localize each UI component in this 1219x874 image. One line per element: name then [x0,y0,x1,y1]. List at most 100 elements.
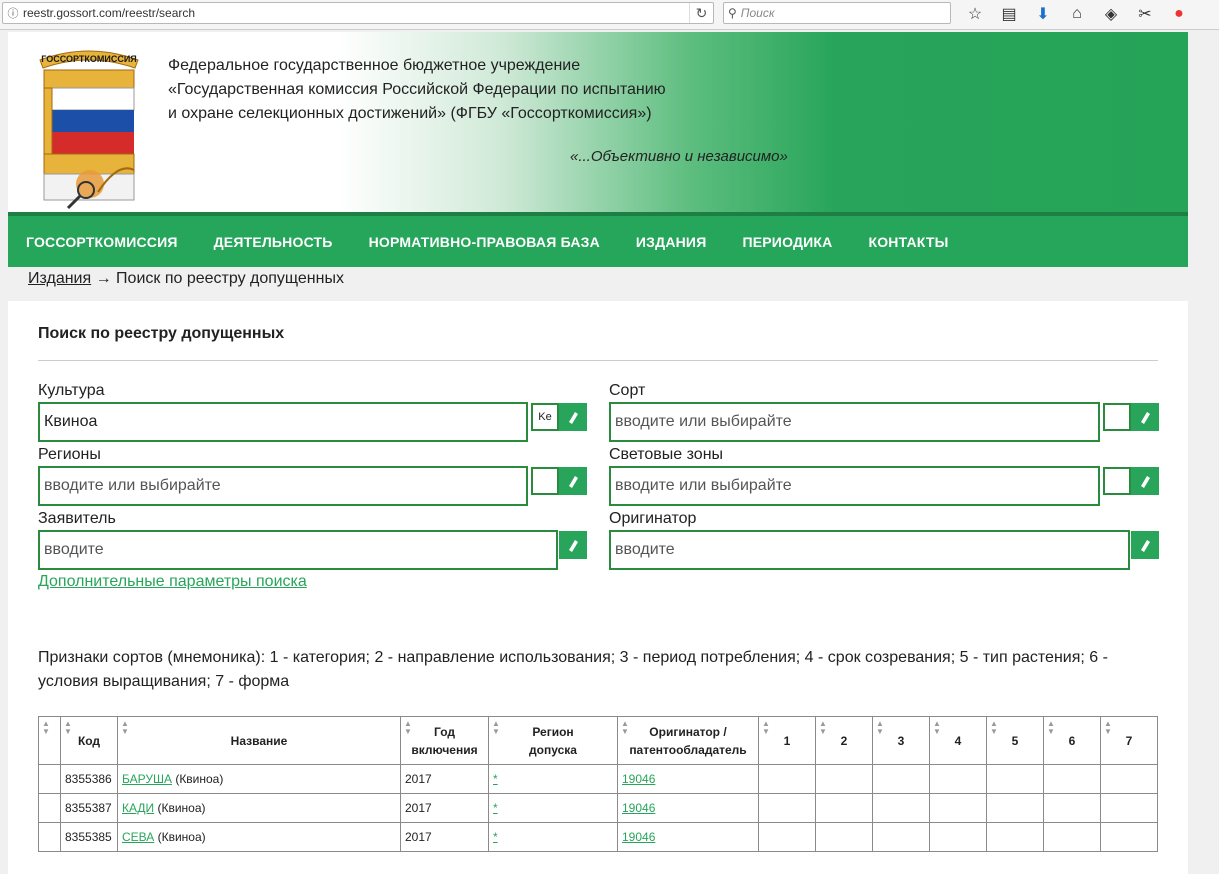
site-header: ГОССОРТКОМИССИЯ Федеральное государствен… [8,32,1188,214]
regions-clear-button[interactable] [559,467,587,495]
nav-item-publications[interactable]: ИЗДАНИЯ [636,234,707,250]
variety-link[interactable]: КАДИ [122,801,154,815]
regions-input[interactable]: вводите или выбирайте [38,466,528,506]
col-trait-3-header[interactable]: ▲ ▼ 3 [872,716,930,765]
variety-clear-button[interactable] [1131,403,1159,431]
sort-arrows-icon: ▲ ▼ [42,719,50,736]
motto: «...Объективно и независимо» [570,148,788,165]
col-region-header[interactable]: ▲ ▼ Регион допуска [488,716,618,765]
screenshot-icon[interactable]: ✂ [1128,3,1162,25]
reload-icon[interactable]: ↻ [689,3,713,23]
breadcrumb: Издания → Поиск по реестру допущенных [28,270,344,288]
sort-arrows-icon: ▲ ▼ [621,719,629,736]
col-trait-2-header[interactable]: ▲ ▼ 2 [815,716,873,765]
home-icon[interactable]: ⌂ [1060,3,1094,25]
col-trait-7-header[interactable]: ▲ ▼ 7 [1100,716,1158,765]
originator-link[interactable]: 19046 [622,772,655,786]
trait-cell [872,764,930,794]
traits-legend: Признаки сортов (мнемоника): 1 - категор… [38,649,1108,690]
applicant-clear-button[interactable] [559,531,587,559]
col-trait-6-header[interactable]: ▲ ▼ 6 [1043,716,1101,765]
extension-icon[interactable]: ● [1162,3,1196,25]
trait-cell [872,822,930,852]
sort-arrows-icon: ▲ ▼ [121,719,129,736]
advanced-search-link[interactable]: Дополнительные параметры поиска [38,573,307,591]
nav-item-legal-base[interactable]: НОРМАТИВНО-ПРАВОВАЯ БАЗА [369,234,600,250]
region-link[interactable]: * [493,830,498,844]
nav-item-activity[interactable]: ДЕЯТЕЛЬНОСТЬ [214,234,333,250]
nav-item-contacts[interactable]: КОНТАКТЫ [868,234,948,250]
eraser-icon [1141,540,1150,552]
col-trait-5-header[interactable]: ▲ ▼ 5 [986,716,1044,765]
address-text[interactable]: reestr.gossort.com/reestr/search [23,6,689,20]
col-code-header[interactable]: ▲ ▼ Код [60,716,118,765]
variety-code-box[interactable] [1103,403,1131,431]
applicant-input[interactable]: вводите [38,530,558,570]
row-select-cell[interactable] [38,793,61,823]
variety-culture: (Квиноа) [154,830,206,844]
applicant-label: Заявитель [38,510,116,527]
trait-cell [986,793,1044,823]
region-link[interactable]: * [493,801,498,815]
trait-cell [929,793,987,823]
eraser-icon [569,476,578,488]
organization-name: Федеральное государственное бюджетное уч… [168,54,666,126]
eraser-icon [569,540,578,552]
light-zones-code-box[interactable] [1103,467,1131,495]
originator-link[interactable]: 19046 [622,801,655,815]
col-trait-1-header[interactable]: ▲ ▼ 1 [758,716,816,765]
nav-item-gossortkomissiya[interactable]: ГОССОРТКОМИССИЯ [26,234,178,250]
culture-clear-button[interactable] [559,403,587,431]
col-year-label-2: включения [411,742,478,757]
light-zones-clear-button[interactable] [1131,467,1159,495]
sort-arrows-icon: ▲ ▼ [819,719,827,736]
col-year-header[interactable]: ▲ ▼ Год включения [400,716,489,765]
col-code-label: Код [77,733,101,748]
region-link[interactable]: * [493,772,498,786]
variety-link[interactable]: СЕВА [122,830,154,844]
name-cell: СЕВА (Квиноа) [117,822,401,852]
code-cell: 8355387 [60,793,118,823]
col-trait-4-header[interactable]: ▲ ▼ 4 [929,716,987,765]
trait-cell [758,822,816,852]
row-select-cell[interactable] [38,764,61,794]
light-zones-input[interactable]: вводите или выбирайте [609,466,1100,506]
trait-cell [929,822,987,852]
originator-clear-button[interactable] [1131,531,1159,559]
sort-arrows-icon: ▲ ▼ [1104,719,1112,736]
variety-link[interactable]: БАРУША [122,772,172,786]
originator-input[interactable]: вводите [609,530,1130,570]
gossortkomissiya-logo[interactable]: ГОССОРТКОМИССИЯ [38,42,140,210]
row-select-cell[interactable] [38,822,61,852]
col-select-header[interactable]: ▲ ▼ [38,716,61,765]
region-cell: * [488,822,618,852]
originator-link[interactable]: 19046 [622,830,655,844]
light-zones-label: Световые зоны [609,446,724,463]
browser-search-input[interactable]: ⚲ Поиск [723,2,951,24]
regions-code-box[interactable] [531,467,559,495]
breadcrumb-link-publications[interactable]: Издания [28,270,91,287]
culture-input[interactable]: Квиноа [38,402,528,442]
trait-cell [986,764,1044,794]
year-cell: 2017 [400,764,489,794]
variety-culture: (Квиноа) [171,772,224,786]
col-name-header[interactable]: ▲ ▼ Название [117,716,401,765]
variety-input[interactable]: вводите или выбирайте [609,402,1100,442]
download-icon[interactable]: ⬇ [1026,3,1060,25]
table-row: 8355386 БАРУША (Квиноа) 2017 * 19046 [38,764,1158,794]
originator-cell: 19046 [617,764,759,794]
reading-list-icon[interactable]: ▤ [992,3,1026,25]
col-originator-header[interactable]: ▲ ▼ Оригинатор / патентообладатель [617,716,759,765]
culture-code-box[interactable]: Ke [531,403,559,431]
bookmark-star-icon[interactable]: ☆ [958,3,992,25]
nav-item-periodicals[interactable]: ПЕРИОДИКА [742,234,832,250]
address-bar[interactable]: ⓘ reestr.gossort.com/reestr/search ↻ [2,2,714,24]
col-name-label: Название [230,733,288,748]
year-cell: 2017 [400,793,489,823]
site-info-icon[interactable]: ⓘ [3,5,23,21]
originator-cell: 19046 [617,793,759,823]
logo-text: ГОССОРТКОМИССИЯ [41,54,137,64]
pocket-icon[interactable]: ◈ [1094,3,1128,25]
breadcrumb-separator: → [91,270,117,287]
sort-arrows-icon: ▲ ▼ [1047,719,1055,736]
